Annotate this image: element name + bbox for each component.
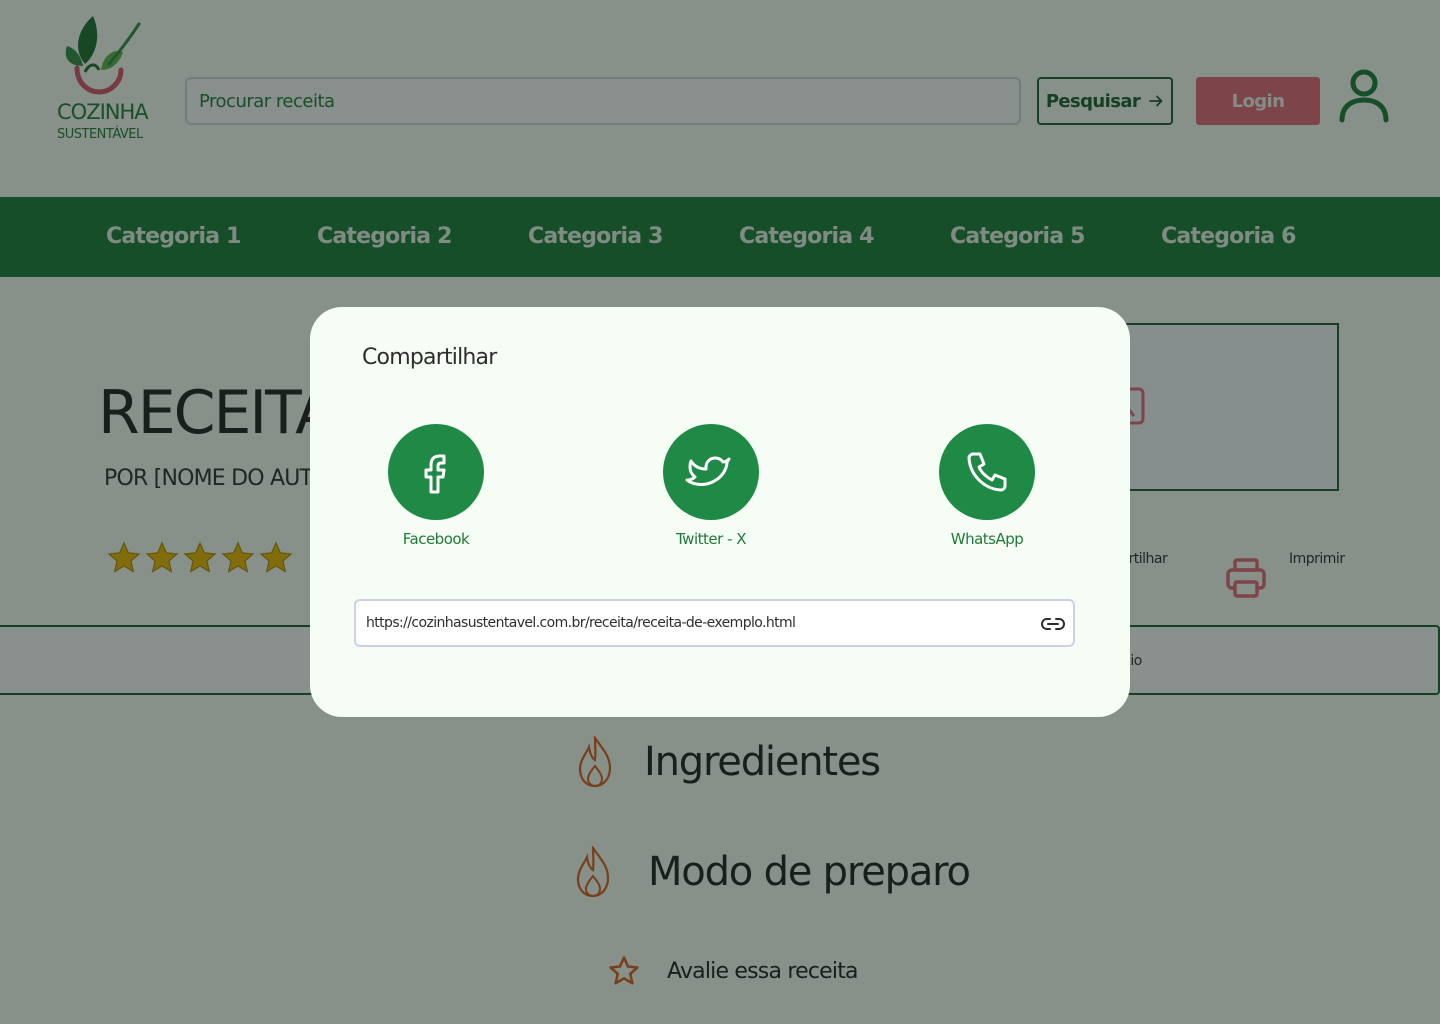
twitter-label: Twitter - X [676, 530, 747, 548]
link-icon[interactable] [1039, 610, 1067, 638]
twitter-icon [685, 456, 731, 486]
facebook-button[interactable] [388, 424, 484, 520]
share-twitter[interactable]: Twitter - X [641, 424, 781, 548]
twitter-button[interactable] [663, 424, 759, 520]
share-facebook[interactable]: Facebook [366, 424, 506, 548]
whatsapp-button[interactable] [939, 424, 1035, 520]
phone-icon [967, 452, 1007, 492]
share-link-text[interactable]: https://cozinhasustentavel.com.br/receit… [366, 601, 796, 645]
share-modal-title: Compartilhar [362, 345, 497, 370]
share-modal: Compartilhar Facebook Twitter - X WhatsA… [310, 307, 1130, 717]
facebook-icon [424, 454, 446, 494]
share-link-field[interactable]: https://cozinhasustentavel.com.br/receit… [354, 599, 1075, 647]
whatsapp-label: WhatsApp [950, 530, 1024, 548]
share-whatsapp[interactable]: WhatsApp [917, 424, 1057, 548]
facebook-label: Facebook [402, 530, 470, 548]
